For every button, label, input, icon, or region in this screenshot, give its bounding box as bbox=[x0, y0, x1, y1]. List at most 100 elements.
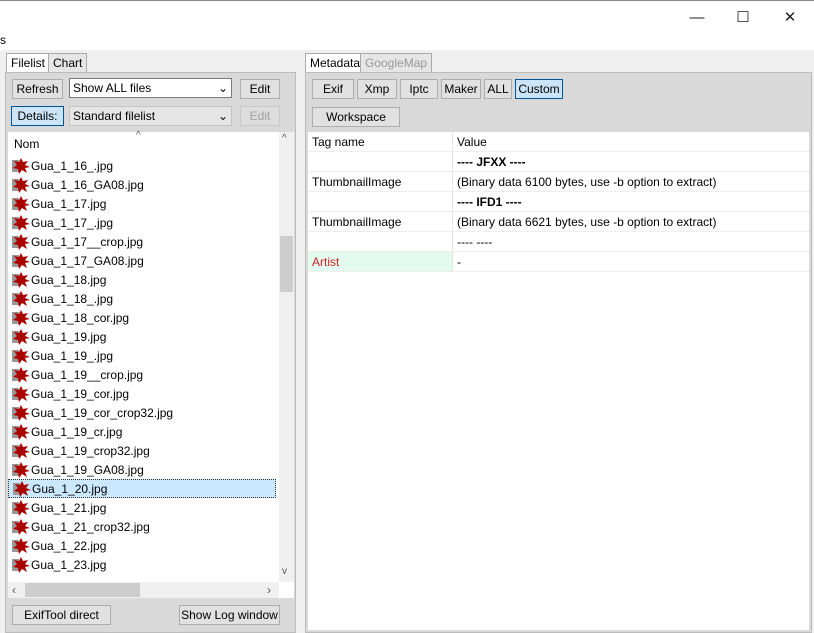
show-log-button[interactable]: Show Log window bbox=[179, 605, 280, 625]
refresh-button[interactable]: Refresh bbox=[12, 79, 63, 99]
scroll-left-icon[interactable]: ‹ bbox=[12, 583, 16, 597]
scroll-up-icon[interactable]: ^ bbox=[282, 133, 287, 144]
image-file-icon bbox=[12, 214, 30, 231]
image-file-icon bbox=[12, 290, 30, 307]
file-row[interactable]: Gua_1_19.jpg bbox=[8, 327, 276, 346]
file-name: Gua_1_19.jpg bbox=[31, 329, 107, 344]
group-button-maker[interactable]: Maker bbox=[441, 79, 481, 99]
file-row[interactable]: Gua_1_18.jpg bbox=[8, 270, 276, 289]
file-name: Gua_1_20.jpg bbox=[32, 481, 108, 496]
image-file-icon bbox=[12, 252, 30, 269]
file-name: Gua_1_18_cor.jpg bbox=[31, 310, 130, 325]
file-row[interactable]: Gua_1_19_crop32.jpg bbox=[8, 441, 276, 460]
value-cell[interactable]: - bbox=[453, 252, 809, 272]
image-file-icon bbox=[12, 385, 30, 402]
filter-value: Show ALL files bbox=[73, 81, 152, 95]
details-button[interactable]: Details: bbox=[11, 106, 64, 126]
image-file-icon bbox=[12, 271, 30, 288]
file-row[interactable]: Gua_1_18_cor.jpg bbox=[8, 308, 276, 327]
workspace-button[interactable]: Workspace bbox=[312, 107, 400, 127]
scroll-right-icon[interactable]: › bbox=[267, 583, 271, 597]
tag-name-cell[interactable] bbox=[308, 192, 453, 212]
file-name: Gua_1_16_GA08.jpg bbox=[31, 177, 144, 192]
tab-metadata[interactable]: Metadata bbox=[305, 53, 366, 74]
file-name: Gua_1_16_.jpg bbox=[31, 158, 114, 173]
scroll-down-icon[interactable]: v bbox=[282, 566, 287, 577]
group-button-custom[interactable]: Custom bbox=[515, 79, 563, 99]
metadata-table[interactable]: Tag name Value ---- JFXX ---- ThumbnailIm… bbox=[308, 132, 809, 630]
file-name: Gua_1_21_crop32.jpg bbox=[31, 519, 150, 534]
file-name: Gua_1_18.jpg bbox=[31, 272, 107, 287]
file-name: Gua_1_19_cor_crop32.jpg bbox=[31, 405, 174, 420]
value-cell[interactable]: ---- IFD1 ---- bbox=[453, 192, 809, 212]
header-value[interactable]: Value bbox=[453, 132, 809, 152]
file-row[interactable]: Gua_1_19_GA08.jpg bbox=[8, 460, 276, 479]
column-header-name[interactable]: Nom bbox=[14, 137, 39, 151]
close-button[interactable]: ✕ bbox=[767, 4, 813, 30]
file-name: Gua_1_17__crop.jpg bbox=[31, 234, 144, 249]
file-row[interactable]: Gua_1_22.jpg bbox=[8, 536, 276, 555]
h-scroll-thumb[interactable] bbox=[25, 583, 140, 597]
file-row[interactable]: Gua_1_21.jpg bbox=[8, 498, 276, 517]
file-row[interactable]: Gua_1_19_cr.jpg bbox=[8, 422, 276, 441]
file-row[interactable]: Gua_1_18_.jpg bbox=[8, 289, 276, 308]
file-list[interactable]: ^ Nom Gua_1_16_.jpg Gua_1_16_GA08.jpg Gua_… bbox=[8, 130, 294, 598]
group-button-xmp[interactable]: Xmp bbox=[357, 79, 397, 99]
value-cell[interactable]: ---- ---- bbox=[453, 232, 809, 252]
file-row[interactable]: Gua_1_21_crop32.jpg bbox=[8, 517, 276, 536]
maximize-button[interactable]: ☐ bbox=[720, 4, 766, 30]
file-row[interactable]: Gua_1_16_.jpg bbox=[8, 156, 276, 175]
image-file-icon bbox=[12, 176, 30, 193]
image-file-icon bbox=[12, 423, 30, 440]
image-file-icon bbox=[12, 404, 30, 421]
scroll-thumb[interactable] bbox=[280, 236, 293, 292]
sort-arrow-icon: ^ bbox=[136, 130, 141, 141]
tag-name-cell[interactable]: ThumbnailImage bbox=[308, 172, 453, 192]
value-cell[interactable]: (Binary data 6621 bytes, use -b option t… bbox=[453, 212, 809, 232]
tab-googlemap[interactable]: GoogleMap bbox=[360, 53, 433, 73]
file-name: Gua_1_17.jpg bbox=[31, 196, 107, 211]
header-tag-name[interactable]: Tag name bbox=[308, 132, 453, 152]
tag-name-cell[interactable] bbox=[308, 232, 453, 252]
image-file-icon bbox=[12, 233, 30, 250]
tag-name-cell[interactable]: ThumbnailImage bbox=[308, 212, 453, 232]
tag-name-cell[interactable]: Artist bbox=[308, 252, 453, 272]
value-cell[interactable]: ---- JFXX ---- bbox=[453, 152, 809, 172]
file-row[interactable]: Gua_1_20.jpg bbox=[8, 479, 276, 498]
group-button-iptc[interactable]: Iptc bbox=[400, 79, 438, 99]
chevron-down-icon: ⌄ bbox=[217, 81, 228, 95]
file-name: Gua_1_17_GA08.jpg bbox=[31, 253, 144, 268]
vertical-scrollbar[interactable]: ^ v bbox=[279, 132, 294, 582]
tag-name-cell[interactable] bbox=[308, 152, 453, 172]
file-row[interactable]: Gua_1_17.jpg bbox=[8, 194, 276, 213]
image-file-icon bbox=[12, 461, 30, 478]
exiftool-direct-button[interactable]: ExifTool direct bbox=[12, 605, 111, 625]
tab-chart[interactable]: Chart bbox=[48, 53, 88, 73]
group-button-exif[interactable]: Exif bbox=[312, 79, 354, 99]
horizontal-scrollbar[interactable]: ‹ › bbox=[8, 582, 279, 598]
file-rows: Gua_1_16_.jpg Gua_1_16_GA08.jpg Gua_1_17.j… bbox=[8, 156, 278, 582]
file-row[interactable]: Gua_1_16_GA08.jpg bbox=[8, 175, 276, 194]
file-row[interactable]: Gua_1_19_.jpg bbox=[8, 346, 276, 365]
image-file-icon bbox=[12, 556, 30, 573]
value-cell[interactable]: (Binary data 6100 bytes, use -b option t… bbox=[453, 172, 809, 192]
image-file-icon bbox=[12, 537, 30, 554]
file-row[interactable]: Gua_1_19_cor_crop32.jpg bbox=[8, 403, 276, 422]
tab-filelist[interactable]: Filelist bbox=[6, 53, 51, 74]
file-name: Gua_1_19_GA08.jpg bbox=[31, 462, 144, 477]
file-row[interactable]: Gua_1_17__crop.jpg bbox=[8, 232, 276, 251]
file-row[interactable]: Gua_1_17_GA08.jpg bbox=[8, 251, 276, 270]
file-row[interactable]: Gua_1_19_cor.jpg bbox=[8, 384, 276, 403]
file-row[interactable]: Gua_1_23.jpg bbox=[8, 555, 276, 574]
edit-filter-button[interactable]: Edit bbox=[240, 79, 280, 99]
menu-fragment[interactable]: s bbox=[0, 33, 6, 47]
file-row[interactable]: Gua_1_17_.jpg bbox=[8, 213, 276, 232]
view-select[interactable]: Standard filelist ⌄ bbox=[69, 106, 232, 126]
file-row[interactable]: Gua_1_19__crop.jpg bbox=[8, 365, 276, 384]
minimize-button[interactable]: — bbox=[674, 4, 720, 30]
filter-select[interactable]: Show ALL files ⌄ bbox=[69, 78, 232, 98]
group-button-all[interactable]: ALL bbox=[484, 79, 512, 99]
edit-view-button: Edit bbox=[240, 106, 280, 126]
view-value: Standard filelist bbox=[73, 109, 156, 123]
image-file-icon bbox=[12, 195, 30, 212]
